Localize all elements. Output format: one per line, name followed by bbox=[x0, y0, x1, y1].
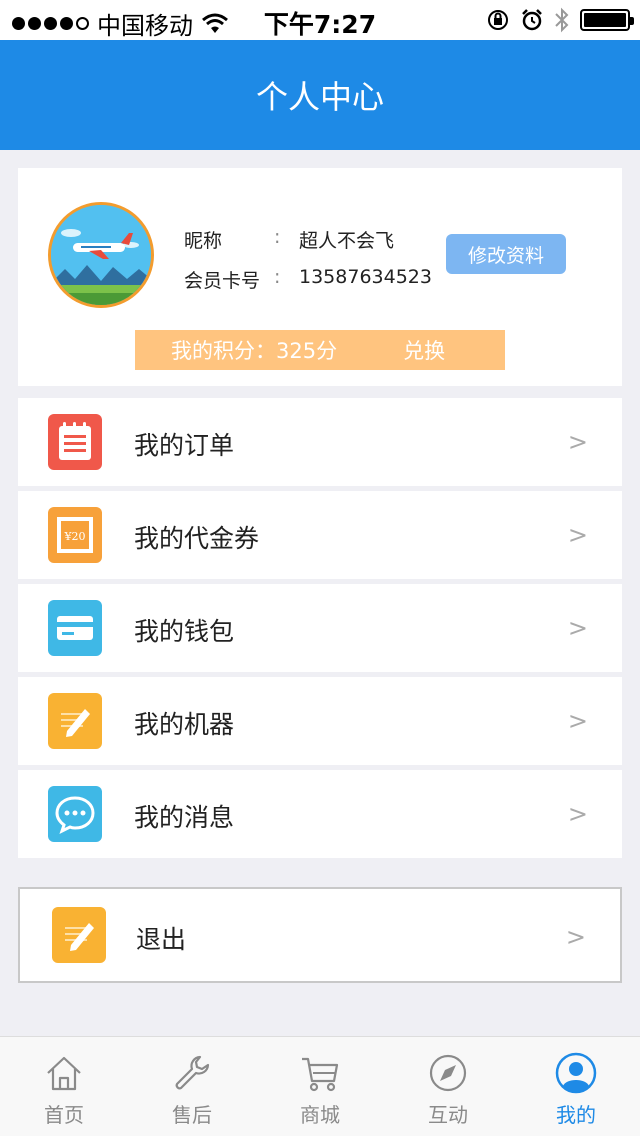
edit-profile-button[interactable]: 修改资料 bbox=[446, 234, 566, 274]
tab-after-sales[interactable]: 售后 bbox=[128, 1037, 256, 1136]
chevron-right-icon: > bbox=[567, 521, 588, 549]
wallet-icon bbox=[48, 600, 102, 656]
card-number-value: 13587634523 bbox=[299, 266, 432, 288]
nickname-label: 昵称 bbox=[184, 230, 223, 252]
home-icon bbox=[47, 1056, 81, 1091]
card-number-label: 会员卡号 bbox=[184, 270, 261, 292]
user-icon bbox=[555, 1052, 597, 1094]
menu-item-messages[interactable]: 我的消息 > bbox=[18, 770, 622, 858]
tab-interact[interactable]: 互动 bbox=[384, 1037, 512, 1136]
points-bar: 我的积分：325分 兑换 bbox=[135, 330, 505, 370]
bluetooth-icon bbox=[555, 7, 569, 33]
machine-icon bbox=[48, 693, 102, 749]
tab-label: 首页 bbox=[44, 1103, 84, 1127]
airplane-illustration bbox=[51, 205, 151, 305]
chevron-right-icon: > bbox=[567, 800, 588, 828]
svg-text:¥20: ¥20 bbox=[64, 530, 86, 543]
exchange-button[interactable]: 兑换 bbox=[403, 335, 445, 365]
compass-icon bbox=[429, 1054, 467, 1092]
rotation-lock-icon bbox=[488, 10, 508, 30]
separator: : bbox=[274, 226, 281, 248]
profile-card: 昵称 : 超人不会飞 会员卡号 : 13587634523 修改资料 我的积分：… bbox=[18, 168, 622, 386]
menu-item-label: 我的钱包 bbox=[134, 617, 235, 646]
status-icons bbox=[486, 7, 634, 33]
chevron-right-icon: > bbox=[567, 707, 588, 735]
menu-item-label: 我的机器 bbox=[134, 710, 235, 739]
menu-item-orders[interactable]: 我的订单 > bbox=[18, 398, 622, 486]
logout-label: 退出 bbox=[136, 925, 187, 954]
tab-label: 我的 bbox=[556, 1103, 596, 1127]
logout-button[interactable]: 退出 > bbox=[18, 887, 622, 983]
tab-mall[interactable]: 商城 bbox=[256, 1037, 384, 1136]
tab-label: 互动 bbox=[428, 1103, 468, 1127]
tab-bar: 首页 售后 商城 互动 我的 bbox=[0, 1036, 640, 1136]
status-bar: 中国移动 下午7:27 bbox=[0, 0, 640, 40]
alarm-icon bbox=[522, 9, 542, 31]
avatar[interactable] bbox=[48, 202, 154, 308]
cart-icon bbox=[302, 1057, 339, 1092]
chevron-right-icon: > bbox=[565, 923, 586, 951]
chevron-right-icon: > bbox=[567, 428, 588, 456]
page-title: 个人中心 bbox=[255, 78, 384, 116]
menu-item-vouchers[interactable]: ¥20 我的代金券 > bbox=[18, 491, 622, 579]
voucher-icon: ¥20 bbox=[48, 507, 102, 563]
tab-label: 售后 bbox=[172, 1103, 212, 1127]
tab-home[interactable]: 首页 bbox=[0, 1037, 128, 1136]
card-number-row: 会员卡号 : 13587634523 bbox=[184, 266, 432, 293]
tab-mine[interactable]: 我的 bbox=[512, 1037, 640, 1136]
menu-item-machines[interactable]: 我的机器 > bbox=[18, 677, 622, 765]
menu-item-wallet[interactable]: 我的钱包 > bbox=[18, 584, 622, 672]
menu-item-label: 我的消息 bbox=[134, 803, 235, 832]
separator: : bbox=[274, 266, 281, 288]
message-icon bbox=[48, 786, 102, 842]
points-text: 我的积分：325分 bbox=[171, 339, 338, 363]
nickname-value: 超人不会飞 bbox=[299, 230, 395, 252]
order-icon bbox=[48, 414, 102, 470]
battery-icon bbox=[580, 9, 634, 31]
logout-icon bbox=[52, 907, 106, 963]
tab-label: 商城 bbox=[300, 1103, 340, 1127]
page-header: 个人中心 bbox=[0, 40, 640, 150]
menu-item-label: 我的代金券 bbox=[134, 524, 260, 553]
wrench-icon bbox=[175, 1055, 210, 1090]
nickname-row: 昵称 : 超人不会飞 bbox=[184, 226, 394, 253]
menu-item-label: 我的订单 bbox=[134, 431, 235, 460]
chevron-right-icon: > bbox=[567, 614, 588, 642]
